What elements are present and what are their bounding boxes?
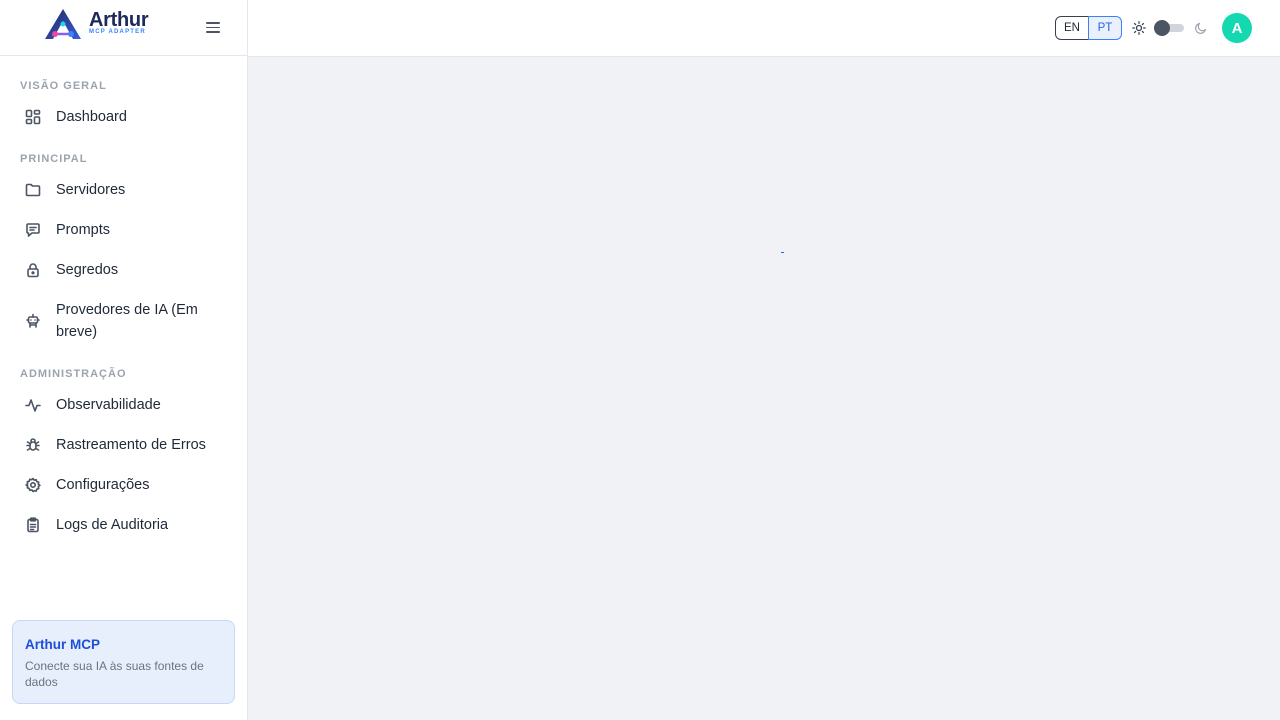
clipboard-icon xyxy=(25,517,41,533)
info-card-title: Arthur MCP xyxy=(25,637,100,652)
lock-icon xyxy=(25,262,41,278)
sidebar-item-label: Configurações xyxy=(56,477,150,493)
sidebar-item-provedores-ia[interactable]: Provedores de IA (Em breve) xyxy=(12,299,236,343)
dashboard-icon xyxy=(25,109,41,125)
language-pt-button[interactable]: PT xyxy=(1088,16,1122,40)
sidebar-item-label: Servidores xyxy=(56,182,126,198)
theme-toggle[interactable] xyxy=(1154,20,1184,36)
sidebar-item-label: Rastreamento de Erros xyxy=(56,437,206,453)
sidebar-item-label: Prompts xyxy=(56,222,110,238)
section-title-administracao: ADMINISTRAÇÃO xyxy=(20,368,127,380)
sidebar-item-configuracoes[interactable]: Configurações xyxy=(12,474,236,496)
sidebar-item-prompts[interactable]: Prompts xyxy=(12,219,236,241)
moon-icon xyxy=(1195,22,1207,34)
avatar[interactable]: A xyxy=(1222,13,1252,43)
info-card: Arthur MCP Conecte sua IA às suas fontes… xyxy=(12,620,235,704)
language-switcher: EN PT xyxy=(1055,16,1122,40)
sidebar-item-rastreamento-erros[interactable]: Rastreamento de Erros xyxy=(12,434,236,456)
sidebar: Arthur MCP ADAPTER VISÃO GERAL Dashboard… xyxy=(0,0,248,720)
brand-subtitle: MCP ADAPTER xyxy=(89,29,146,35)
sidebar-item-label: Dashboard xyxy=(56,109,127,125)
main-content xyxy=(248,57,1280,720)
bug-icon xyxy=(25,437,41,453)
sidebar-item-dashboard[interactable]: Dashboard xyxy=(12,106,236,128)
loading-spinner xyxy=(781,252,784,253)
sidebar-item-label: Segredos xyxy=(56,262,119,278)
sidebar-item-servidores[interactable]: Servidores xyxy=(12,179,236,201)
message-icon xyxy=(25,222,41,238)
sidebar-item-label: Provedores de IA (Em breve) xyxy=(56,302,198,340)
sidebar-item-label: Observabilidade xyxy=(56,397,161,413)
sidebar-item-label: Logs de Auditoria xyxy=(56,517,169,533)
sidebar-item-logs-auditoria[interactable]: Logs de Auditoria xyxy=(12,514,236,536)
language-en-button[interactable]: EN xyxy=(1055,16,1089,40)
activity-icon xyxy=(25,397,41,413)
sidebar-item-segredos[interactable]: Segredos xyxy=(12,259,236,281)
folder-icon xyxy=(25,182,41,198)
info-card-text: Conecte sua IA às suas fontes de dados xyxy=(25,659,204,689)
sidebar-item-observabilidade[interactable]: Observabilidade xyxy=(12,394,236,416)
section-title-principal: PRINCIPAL xyxy=(20,153,88,165)
gear-icon xyxy=(25,477,41,493)
arthur-logo-icon xyxy=(45,9,81,39)
sun-icon xyxy=(1132,21,1146,35)
robot-icon xyxy=(25,313,41,329)
section-title-visao-geral: VISÃO GERAL xyxy=(20,80,107,92)
brand-header: Arthur MCP ADAPTER xyxy=(0,0,247,56)
menu-toggle-icon[interactable] xyxy=(204,19,222,37)
top-bar: EN PT A xyxy=(248,0,1280,57)
